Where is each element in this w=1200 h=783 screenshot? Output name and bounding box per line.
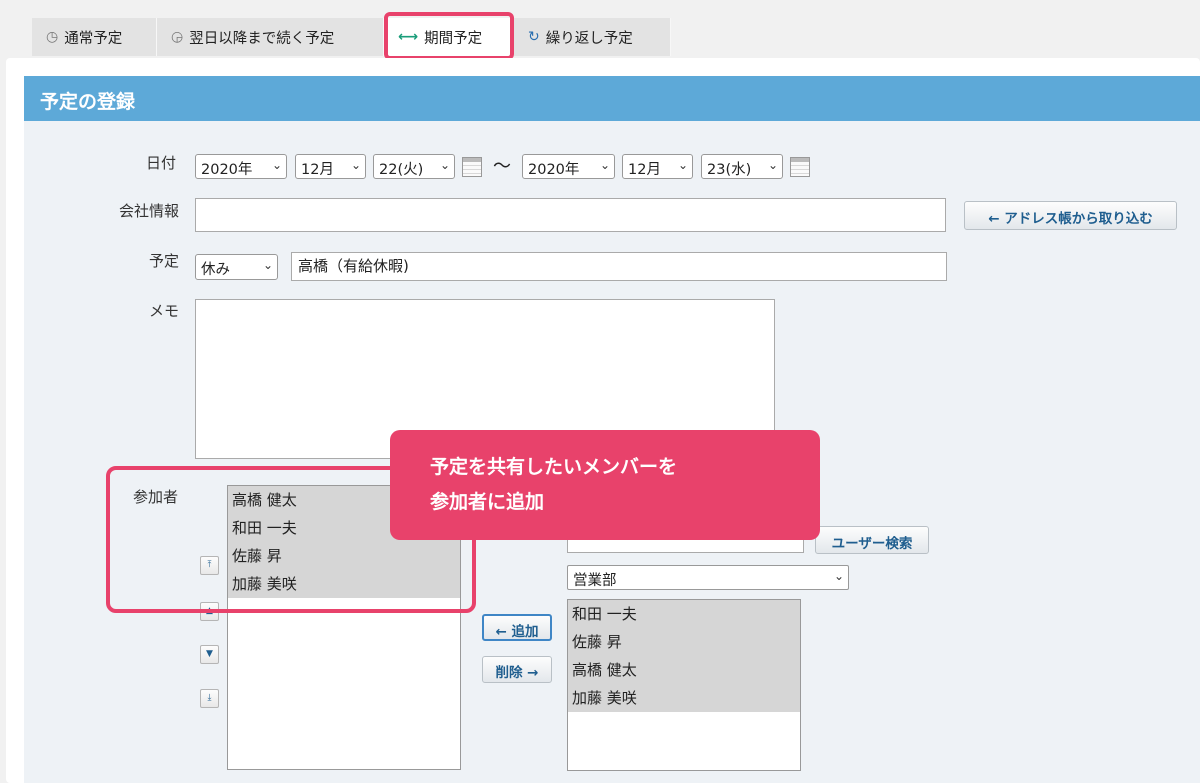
clock-arrow-icon: ◶ (171, 29, 184, 45)
chevron-down-icon: ⌄ (262, 258, 273, 272)
chevron-down-icon: ⌄ (833, 569, 844, 583)
tab-label: 翌日以降まで続く予定 (189, 30, 335, 47)
chevron-down-icon: ⌄ (271, 158, 282, 172)
end-year-value: 2020年 (528, 162, 580, 178)
start-year-value: 2020年 (201, 162, 253, 178)
memo-label: メモ (148, 302, 179, 320)
callout-note: 予定を共有したいメンバーを 参加者に追加 (390, 430, 820, 540)
list-item[interactable]: 和田 一夫 (568, 600, 800, 628)
group-select[interactable]: 営業部 ⌄ (567, 565, 849, 590)
callout-line-1: 予定を共有したいメンバーを (430, 456, 678, 478)
end-month-value: 12月 (628, 162, 661, 178)
tab-highlight-frame (384, 12, 514, 60)
tab-label: 繰り返し予定 (545, 30, 633, 47)
chevron-down-icon: ⌄ (439, 158, 450, 172)
schedule-type-tabs: ◷ 通常予定 ◶ 翌日以降まで続く予定 ⟷ 期間予定 ↻ 繰り返し予定 (32, 18, 671, 56)
list-item[interactable]: 佐藤 昇 (568, 628, 800, 656)
candidate-users-list[interactable]: 和田 一夫 佐藤 昇 高橋 健太 加藤 美咲 (567, 599, 801, 771)
start-day-value: 22(火) (379, 162, 424, 178)
schedule-type-select[interactable]: 休み ⌄ (195, 254, 278, 280)
chevron-down-icon: ⌄ (767, 158, 778, 172)
schedule-label: 予定 (148, 252, 179, 270)
tab-repeat[interactable]: ↻ 繰り返し予定 (514, 18, 671, 56)
end-year-select[interactable]: 2020年 ⌄ (522, 154, 615, 179)
address-book-import-button[interactable]: ← アドレス帳から取り込む (964, 201, 1177, 230)
end-day-select[interactable]: 23(水) ⌄ (701, 154, 783, 179)
calendar-icon[interactable] (790, 157, 810, 177)
start-month-value: 12月 (301, 162, 334, 178)
chevron-down-icon: ⌄ (350, 158, 361, 172)
clock-icon: ◷ (46, 29, 59, 45)
move-bottom-icon[interactable]: ⤓ (200, 689, 219, 708)
chevron-down-icon: ⌄ (599, 158, 610, 172)
tab-normal[interactable]: ◷ 通常予定 (32, 18, 157, 56)
list-item[interactable]: 高橋 健太 (568, 656, 800, 684)
tab-multiday[interactable]: ◶ 翌日以降まで続く予定 (157, 18, 384, 56)
company-label: 会社情報 (118, 202, 179, 220)
company-input[interactable] (195, 198, 946, 232)
calendar-icon[interactable] (462, 157, 482, 177)
schedule-title-input[interactable]: 高橋（有給休暇) (291, 252, 947, 281)
tab-label: 通常予定 (64, 30, 123, 47)
start-day-select[interactable]: 22(火) ⌄ (373, 154, 455, 179)
remove-participant-button[interactable]: 削除 → (482, 656, 552, 683)
list-item[interactable]: 加藤 美咲 (568, 684, 800, 712)
add-participant-button[interactable]: ← 追加 (482, 614, 552, 641)
page-title: 予定の登録 (24, 76, 1200, 121)
group-value: 営業部 (573, 573, 617, 589)
repeat-icon: ↻ (528, 29, 540, 45)
date-label: 日付 (145, 154, 176, 172)
start-year-select[interactable]: 2020年 ⌄ (195, 154, 287, 179)
date-separator: 〜 (493, 156, 511, 177)
callout-line-2: 参加者に追加 (430, 491, 545, 513)
end-day-value: 23(水) (707, 162, 752, 178)
schedule-type-value: 休み (201, 262, 230, 278)
end-month-select[interactable]: 12月 ⌄ (622, 154, 693, 179)
move-down-icon[interactable]: ▼ (200, 645, 219, 664)
start-month-select[interactable]: 12月 ⌄ (295, 154, 366, 179)
user-search-button[interactable]: ユーザー検索 (815, 526, 929, 554)
chevron-down-icon: ⌄ (677, 158, 688, 172)
